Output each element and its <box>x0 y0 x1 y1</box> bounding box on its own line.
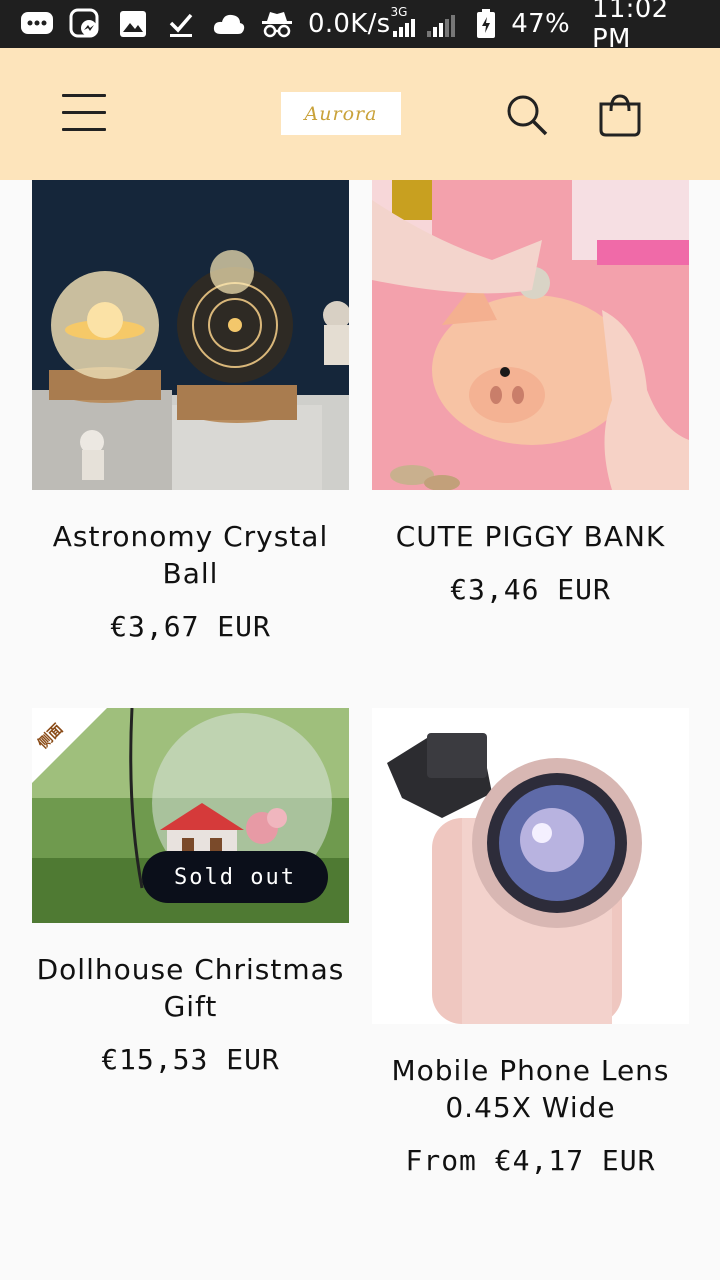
product-image-piggy-bank[interactable] <box>372 180 689 490</box>
search-button[interactable] <box>504 92 550 138</box>
product-image-crystal-ball[interactable] <box>32 180 349 490</box>
product-card[interactable]: 侧面 Sold out Dollhouse Christmas Gift €15… <box>32 708 349 1076</box>
product-title[interactable]: Mobile Phone Lens 0.45X Wide <box>372 1052 689 1126</box>
cart-button[interactable] <box>598 92 642 138</box>
clock: 11:02 PM <box>592 0 669 54</box>
image-icon <box>116 9 150 39</box>
incognito-icon <box>260 9 294 39</box>
cloud-icon <box>212 9 246 39</box>
menu-line <box>62 111 106 114</box>
site-header: Aurora <box>0 48 720 180</box>
product-price: €3,67 EUR <box>110 610 271 643</box>
logo-text: Aurora <box>304 102 378 125</box>
messenger-icon <box>68 8 102 39</box>
site-logo[interactable]: Aurora <box>281 92 401 135</box>
menu-button[interactable] <box>62 94 106 134</box>
sold-out-badge: Sold out <box>142 851 328 903</box>
network-speed: 0.0K/s <box>308 9 391 39</box>
product-card[interactable]: Astronomy Crystal Ball €3,67 EUR <box>32 180 349 643</box>
menu-line <box>62 94 106 97</box>
status-bar: 0.0K/s 3G 47% 11:02 PM <box>0 0 720 54</box>
product-title[interactable]: Astronomy Crystal Ball <box>32 518 349 592</box>
battery-icon <box>471 9 502 39</box>
product-price: €15,53 EUR <box>101 1043 280 1076</box>
message-icon <box>20 9 54 39</box>
product-card[interactable]: Mobile Phone Lens 0.45X Wide From €4,17 … <box>372 708 689 1177</box>
search-icon <box>507 95 548 136</box>
product-image-phone-lens[interactable] <box>372 708 689 1024</box>
product-price: €3,46 EUR <box>450 573 611 606</box>
product-title[interactable]: CUTE PIGGY BANK <box>372 518 689 555</box>
product-image-dollhouse[interactable]: 侧面 Sold out <box>32 708 349 923</box>
network-type: 3G <box>390 5 408 19</box>
download-done-icon <box>164 9 198 39</box>
signal-icon: 3G <box>391 5 461 39</box>
product-price: From €4,17 EUR <box>405 1144 656 1177</box>
battery-level: 47% <box>511 9 570 39</box>
product-card[interactable]: CUTE PIGGY BANK €3,46 EUR <box>372 180 689 606</box>
menu-line <box>62 128 106 131</box>
product-title[interactable]: Dollhouse Christmas Gift <box>32 951 349 1025</box>
cart-icon <box>599 94 641 137</box>
